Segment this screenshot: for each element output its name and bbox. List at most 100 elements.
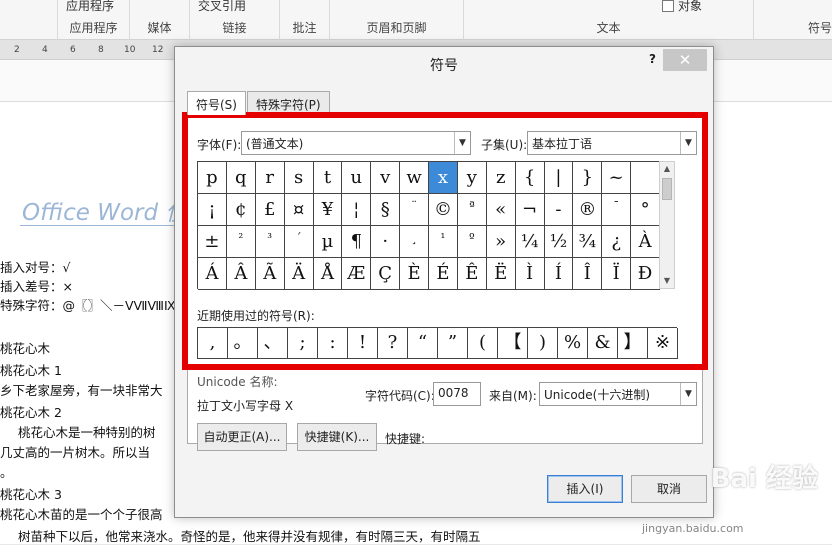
symbol-grid[interactable]: p q r s t u v w x y z{|} ~ ¡ ¢ £ ¤ ¥ ¦ § ¨ © ª «¬ - ® ¯ ° ± ² ³ ´ µ ¶ · ¸ ¹… <box>197 161 660 290</box>
recent-symbols-grid[interactable]: ,。、;:!? “”(【)% &】 ※ <box>197 327 678 359</box>
symbol-cell[interactable]: z <box>486 162 516 194</box>
symbol-cell[interactable]: Ð <box>631 258 660 290</box>
symbol-cell[interactable]: Í <box>544 258 574 290</box>
tab-special-characters[interactable]: 特殊字符(P) <box>247 91 330 115</box>
symbol-cell[interactable]: © <box>429 194 458 226</box>
symbol-cell[interactable]: º <box>457 226 487 258</box>
ribbon-group-comments[interactable]: 批注 <box>280 0 330 40</box>
recent-symbol-cell[interactable]: % <box>558 328 588 359</box>
symbol-cell[interactable]: ² <box>226 226 256 258</box>
symbol-cell[interactable]: ´ <box>284 226 314 258</box>
shortcut-key-button[interactable]: 快捷键(K)... <box>297 423 377 451</box>
symbol-cell[interactable]: ª <box>457 194 487 226</box>
symbol-cell[interactable]: Å <box>313 258 343 290</box>
from-select[interactable]: Unicode(十六进制) ▼ <box>539 382 697 406</box>
apps-button[interactable]: 应用程序 <box>66 0 114 14</box>
symbol-cell[interactable]: { <box>515 162 545 194</box>
symbol-cell[interactable]: ¼ <box>515 226 545 258</box>
symbol-cell[interactable]: ¯ <box>602 194 632 226</box>
symbol-cell[interactable]: ³ <box>255 226 285 258</box>
symbol-cell[interactable]: È <box>400 258 429 290</box>
symbol-cell[interactable]: r <box>255 162 285 194</box>
symbol-cell[interactable]: Æ <box>342 258 372 290</box>
symbol-cell[interactable]: À <box>631 226 660 258</box>
symbol-cell[interactable]: Ä <box>284 258 314 290</box>
symbol-cell[interactable]: Ë <box>486 258 516 290</box>
symbol-cell[interactable]: » <box>486 226 516 258</box>
recent-symbol-cell[interactable]: ) <box>528 328 558 359</box>
object-button[interactable]: 对象 <box>662 0 702 14</box>
ribbon-group-links[interactable]: 交叉引用 链接 <box>190 0 280 40</box>
recent-symbol-cell[interactable]: ; <box>288 328 318 359</box>
symbol-cell[interactable]: ¡ <box>198 194 227 226</box>
symbol-cell[interactable]: Ï <box>602 258 632 290</box>
symbol-cell[interactable]: ¨ <box>400 194 429 226</box>
symbol-cell[interactable]: ¢ <box>226 194 256 226</box>
recent-symbol-cell[interactable]: ” <box>438 328 468 359</box>
symbol-cell[interactable]: ¶ <box>342 226 372 258</box>
ribbon-group-text[interactable]: 对象 文本 <box>464 0 754 40</box>
symbol-cell[interactable]: } <box>573 162 603 194</box>
symbol-cell[interactable]: ~ <box>602 162 632 194</box>
symbol-cell[interactable]: ¤ <box>284 194 314 226</box>
symbol-cell[interactable]: ¦ <box>342 194 372 226</box>
tab-symbols[interactable]: 符号(S) <box>187 91 246 115</box>
ribbon-group-header-footer[interactable]: 页眉和页脚 <box>330 0 464 40</box>
recent-symbol-cell[interactable]: 、 <box>258 328 288 359</box>
symbol-cell[interactable]: t <box>313 162 343 194</box>
symbol-cell[interactable]: - <box>544 194 574 226</box>
symbol-cell[interactable]: p <box>198 162 227 194</box>
symbol-cell[interactable]: µ <box>313 226 343 258</box>
scroll-down-icon[interactable]: ▼ <box>660 274 674 288</box>
symbol-cell[interactable]: ¿ <box>602 226 632 258</box>
autocorrect-button[interactable]: 自动更正(A)... <box>197 423 287 451</box>
recent-symbol-cell[interactable]: “ <box>408 328 438 359</box>
cross-reference-button[interactable]: 交叉引用 <box>198 0 246 14</box>
symbol-cell[interactable]: ± <box>198 226 227 258</box>
cancel-button[interactable]: 取消 <box>631 475 707 503</box>
symbol-cell[interactable]: « <box>486 194 516 226</box>
scroll-up-icon[interactable]: ▲ <box>660 162 674 176</box>
symbol-cell[interactable]: § <box>371 194 401 226</box>
chevron-down-icon[interactable]: ▼ <box>680 383 696 405</box>
recent-symbol-cell[interactable]: 】 <box>618 328 648 359</box>
ribbon-group-symbols[interactable]: 符号 <box>754 0 832 40</box>
recent-symbol-cell[interactable]: ! <box>348 328 378 359</box>
symbol-cell[interactable]: s <box>284 162 314 194</box>
scroll-thumb[interactable] <box>662 178 672 200</box>
symbol-cell[interactable]: £ <box>255 194 285 226</box>
recent-symbol-cell[interactable]: : <box>318 328 348 359</box>
ribbon-group-apps[interactable]: 应用程序 应用程序 <box>58 0 130 40</box>
symbol-cell[interactable]: ® <box>573 194 603 226</box>
symbol-cell[interactable]: u <box>342 162 372 194</box>
symbol-cell[interactable]: ¥ <box>313 194 343 226</box>
symbol-grid-scrollbar[interactable]: ▲ ▼ <box>659 161 675 289</box>
symbol-cell[interactable]: Â <box>226 258 256 290</box>
symbol-cell[interactable]: ° <box>631 194 660 226</box>
symbol-cell[interactable]: x <box>429 162 458 194</box>
symbol-cell[interactable]: q <box>226 162 256 194</box>
dialog-titlebar[interactable]: 符号 ? ✕ <box>175 47 713 79</box>
recent-symbol-cell[interactable]: 【 <box>498 328 528 359</box>
chevron-down-icon[interactable]: ▼ <box>454 132 470 154</box>
recent-symbol-cell[interactable]: ? <box>378 328 408 359</box>
recent-symbol-cell[interactable]: ※ <box>648 328 678 359</box>
recent-symbol-cell[interactable]: , <box>198 328 228 359</box>
insert-button[interactable]: 插入(I) <box>547 475 623 503</box>
close-button[interactable]: ✕ <box>663 49 707 71</box>
recent-symbol-cell[interactable]: 。 <box>228 328 258 359</box>
symbol-cell[interactable]: ¬ <box>515 194 545 226</box>
symbol-cell[interactable]: | <box>544 162 574 194</box>
subset-select[interactable]: 基本拉丁语 ▼ <box>527 131 697 155</box>
symbol-cell[interactable]: w <box>400 162 429 194</box>
help-button[interactable]: ? <box>649 52 656 66</box>
recent-symbol-cell[interactable]: ( <box>468 328 498 359</box>
font-select[interactable]: (普通文本) ▼ <box>241 131 471 155</box>
symbol-cell[interactable]: ¸ <box>400 226 429 258</box>
symbol-cell[interactable]: ¹ <box>429 226 458 258</box>
symbol-cell[interactable]: É <box>429 258 458 290</box>
ribbon-group-media[interactable]: 媒体 <box>130 0 190 40</box>
symbol-cell[interactable]: Ã <box>255 258 285 290</box>
symbol-cell[interactable]: v <box>371 162 401 194</box>
symbol-cell[interactable]: y <box>457 162 487 194</box>
